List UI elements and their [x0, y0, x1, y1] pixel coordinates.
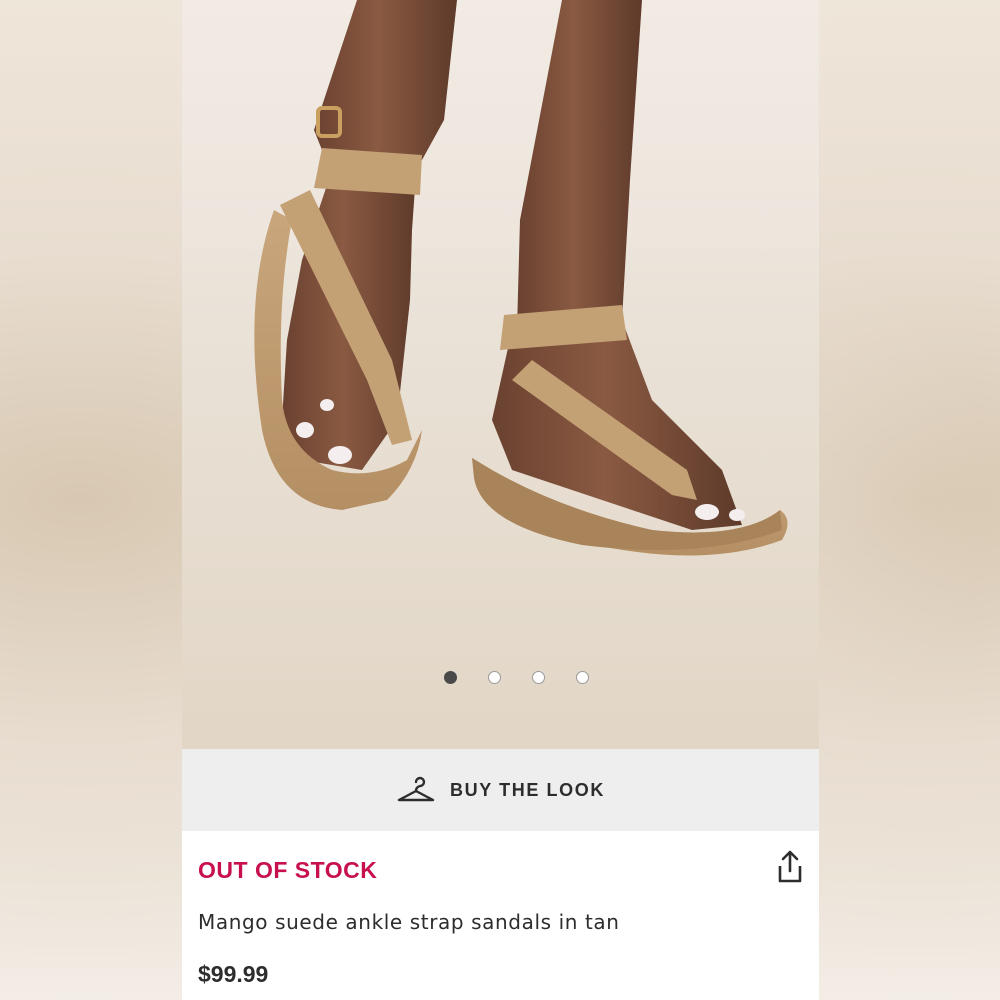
product-title: Mango suede ankle strap sandals in tan — [198, 910, 620, 934]
product-image-gallery[interactable] — [182, 0, 819, 749]
product-price: $99.99 — [198, 961, 269, 987]
hanger-icon — [397, 776, 435, 802]
carousel-dot[interactable] — [444, 671, 457, 684]
stock-status: OUT OF STOCK — [198, 857, 378, 883]
carousel-pagination — [182, 671, 819, 684]
carousel-dot[interactable] — [488, 671, 501, 684]
product-page: BUY THE LOOK OUT OF STOCK Mango suede an… — [182, 0, 819, 1000]
carousel-dot[interactable] — [576, 671, 589, 684]
product-info: OUT OF STOCK Mango suede ankle strap san… — [182, 831, 819, 1000]
carousel-dot[interactable] — [532, 671, 545, 684]
share-icon — [778, 850, 802, 883]
product-photo — [182, 0, 819, 749]
share-button[interactable] — [773, 849, 807, 887]
buy-the-look-label: BUY THE LOOK — [450, 779, 605, 800]
buy-the-look-button[interactable]: BUY THE LOOK — [182, 749, 819, 831]
